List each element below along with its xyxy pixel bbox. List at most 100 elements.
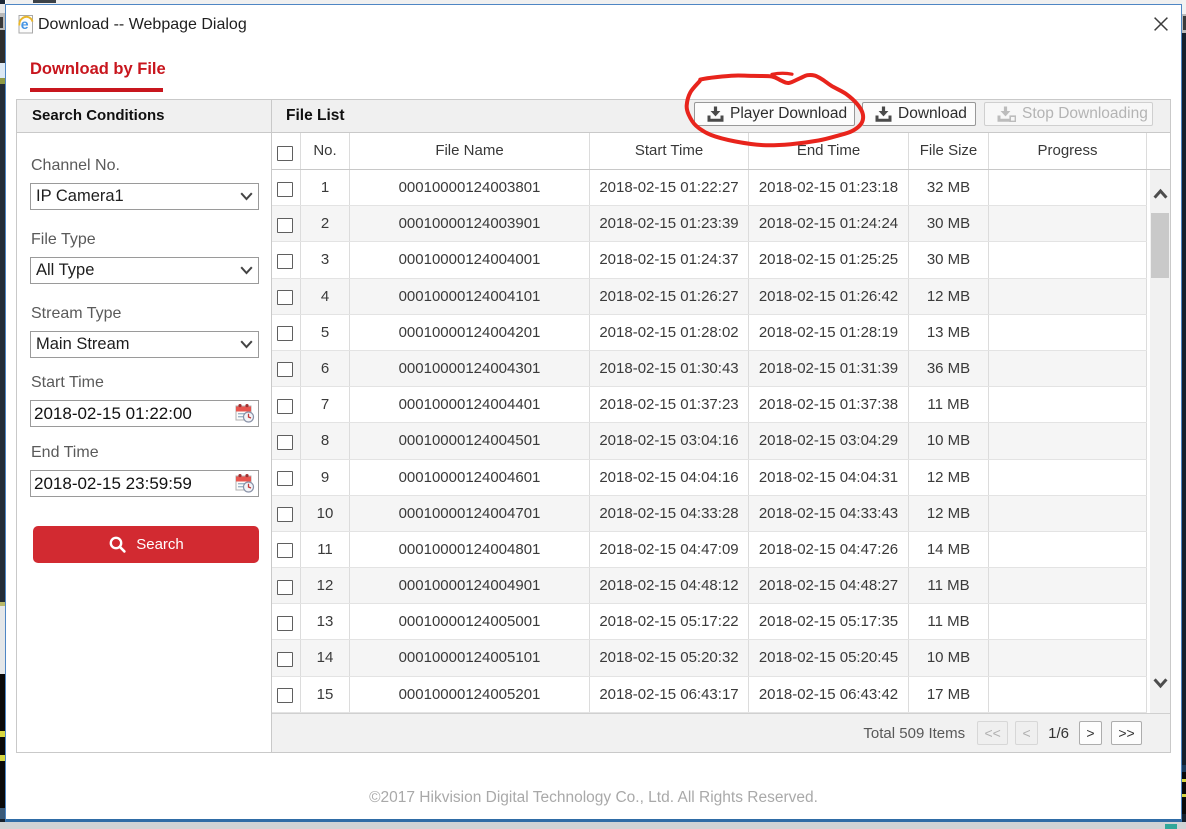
cell-progress — [989, 387, 1147, 422]
cell-end-time: 2018-02-15 04:04:31 — [749, 460, 909, 495]
cell-file-size: 11 MB — [909, 604, 989, 639]
page-next-button[interactable]: > — [1079, 721, 1102, 745]
table-row: 7000100001240044012018-02-15 01:37:23201… — [272, 387, 1147, 423]
cell-file-name: 00010000124004901 — [350, 568, 590, 603]
dialog-window: e Download -- Webpage Dialog Download by… — [5, 4, 1182, 822]
cell-start-time: 2018-02-15 05:20:32 — [590, 640, 749, 675]
row-checkbox[interactable] — [277, 471, 293, 486]
page-first-button[interactable]: << — [977, 721, 1008, 745]
tab-download-by-file[interactable]: Download by File — [30, 60, 166, 79]
cell-file-name: 00010000124004101 — [350, 279, 590, 314]
channel-no-label: Channel No. — [31, 157, 120, 175]
close-icon[interactable] — [1153, 16, 1169, 32]
start-time-input[interactable]: 2018-02-15 01:22:00 — [30, 400, 259, 427]
row-checkbox[interactable] — [277, 435, 293, 450]
cell-end-time: 2018-02-15 06:43:42 — [749, 677, 909, 712]
stream-type-select[interactable]: Main Stream — [30, 331, 259, 358]
row-checkbox[interactable] — [277, 218, 293, 233]
row-checkbox[interactable] — [277, 254, 293, 269]
select-all-checkbox[interactable] — [277, 146, 293, 161]
magnifier-icon — [108, 535, 127, 554]
chevron-down-icon[interactable] — [1153, 677, 1168, 689]
table-row: 11000100001240048012018-02-15 04:47:0920… — [272, 532, 1147, 568]
cell-no: 6 — [301, 351, 350, 386]
cell-no: 12 — [301, 568, 350, 603]
player-download-button[interactable]: Player Download — [694, 102, 855, 126]
cell-no: 9 — [301, 460, 350, 495]
cell-progress — [989, 242, 1147, 277]
header-checkbox-cell — [272, 133, 301, 169]
table-row: 13000100001240050012018-02-15 05:17:2220… — [272, 604, 1147, 640]
cell-end-time: 2018-02-15 04:47:26 — [749, 532, 909, 567]
end-time-input[interactable]: 2018-02-15 23:59:59 — [30, 470, 259, 497]
row-checkbox[interactable] — [277, 688, 293, 703]
cell-end-time: 2018-02-15 03:04:29 — [749, 423, 909, 458]
cell-start-time: 2018-02-15 01:28:02 — [590, 315, 749, 350]
start-time-value: 2018-02-15 01:22:00 — [34, 401, 192, 426]
cell-end-time: 2018-02-15 05:20:45 — [749, 640, 909, 675]
cell-start-time: 2018-02-15 01:26:27 — [590, 279, 749, 314]
row-checkbox[interactable] — [277, 616, 293, 631]
cell-no: 5 — [301, 315, 350, 350]
row-checkbox-cell — [272, 387, 301, 422]
cell-no: 7 — [301, 387, 350, 422]
ie-page-icon: e — [16, 14, 35, 34]
download-button[interactable]: Download — [862, 102, 976, 126]
calendar-icon[interactable] — [235, 403, 255, 424]
cell-start-time: 2018-02-15 01:23:39 — [590, 206, 749, 241]
row-checkbox[interactable] — [277, 399, 293, 414]
cell-no: 10 — [301, 496, 350, 531]
cell-start-time: 2018-02-15 05:17:22 — [590, 604, 749, 639]
background-right-strip — [1182, 0, 1186, 822]
col-header-file-size: File Size — [909, 133, 989, 169]
row-checkbox-cell — [272, 604, 301, 639]
row-checkbox[interactable] — [277, 543, 293, 558]
cell-end-time: 2018-02-15 01:24:24 — [749, 206, 909, 241]
table-row: 15000100001240052012018-02-15 06:43:1720… — [272, 677, 1147, 713]
cell-start-time: 2018-02-15 03:04:16 — [590, 423, 749, 458]
cell-file-size: 36 MB — [909, 351, 989, 386]
row-checkbox[interactable] — [277, 507, 293, 522]
cell-file-name: 00010000124005001 — [350, 604, 590, 639]
row-checkbox[interactable] — [277, 580, 293, 595]
table-scrollbar[interactable] — [1150, 170, 1170, 713]
row-checkbox[interactable] — [277, 362, 293, 377]
row-checkbox[interactable] — [277, 290, 293, 305]
file-type-label: File Type — [31, 231, 96, 249]
cell-file-size: 30 MB — [909, 242, 989, 277]
cell-start-time: 2018-02-15 01:22:27 — [590, 170, 749, 205]
tab-underline — [30, 88, 163, 92]
content-box: Search Conditions File List Channel No. … — [16, 99, 1171, 753]
cell-file-name: 00010000124004501 — [350, 423, 590, 458]
table-row: 4000100001240041012018-02-15 01:26:27201… — [272, 279, 1147, 315]
cell-end-time: 2018-02-15 01:28:19 — [749, 315, 909, 350]
cell-no: 15 — [301, 677, 350, 712]
start-time-label: Start Time — [31, 374, 104, 392]
cell-no: 14 — [301, 640, 350, 675]
dialog-title: Download -- Webpage Dialog — [38, 16, 247, 34]
channel-no-select[interactable]: IP Camera1 — [30, 183, 259, 210]
page-last-button[interactable]: >> — [1111, 721, 1142, 745]
row-checkbox[interactable] — [277, 326, 293, 341]
cell-file-name: 00010000124004601 — [350, 460, 590, 495]
chevron-down-icon — [240, 340, 253, 349]
cell-start-time: 2018-02-15 06:43:17 — [590, 677, 749, 712]
cell-end-time: 2018-02-15 01:26:42 — [749, 279, 909, 314]
row-checkbox-cell — [272, 279, 301, 314]
stop-downloading-button[interactable]: Stop Downloading — [984, 102, 1153, 126]
scrollbar-thumb[interactable] — [1151, 213, 1169, 278]
page-prev-button[interactable]: < — [1015, 721, 1038, 745]
row-checkbox[interactable] — [277, 652, 293, 667]
calendar-icon[interactable] — [235, 473, 255, 494]
cell-start-time: 2018-02-15 04:04:16 — [590, 460, 749, 495]
download-icon — [875, 106, 892, 122]
chevron-up-icon[interactable] — [1153, 188, 1168, 200]
cell-end-time: 2018-02-15 01:23:18 — [749, 170, 909, 205]
col-header-file-name: File Name — [350, 133, 590, 169]
cell-progress — [989, 279, 1147, 314]
search-button[interactable]: Search — [33, 526, 259, 563]
cell-file-size: 10 MB — [909, 423, 989, 458]
row-checkbox[interactable] — [277, 182, 293, 197]
file-type-select[interactable]: All Type — [30, 257, 259, 284]
download-icon — [707, 106, 724, 122]
